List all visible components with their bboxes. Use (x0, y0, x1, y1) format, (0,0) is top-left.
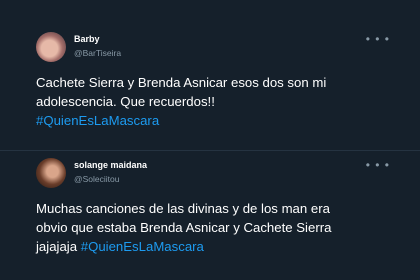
tweet-text-prefix: jajajaja (36, 239, 81, 254)
user-handle[interactable]: @BarTiseira (74, 48, 121, 58)
tweet-text-line: obvio que estaba Brenda Asnicar y Cachet… (36, 220, 332, 235)
more-dots-icon[interactable]: • • • (366, 32, 390, 46)
tweet-text: Cachete Sierra y Brenda Asnicar esos dos… (36, 73, 396, 130)
tweet-text-line: adolescencia. Que recuerdos!! (36, 94, 215, 109)
more-dots-icon[interactable]: • • • (366, 158, 390, 172)
avatar[interactable] (36, 32, 66, 62)
avatar[interactable] (36, 158, 66, 188)
tweet-text: Muchas canciones de las divinas y de los… (36, 199, 396, 256)
display-name[interactable]: Barby (74, 34, 100, 44)
tweet-text-line: Cachete Sierra y Brenda Asnicar esos dos… (36, 75, 327, 90)
tweet-text-line: Muchas canciones de las divinas y de los… (36, 201, 330, 216)
user-handle[interactable]: @Soleciitou (74, 174, 119, 184)
tweet-card[interactable]: Barby @BarTiseira • • • Cachete Sierra y… (0, 22, 420, 150)
hashtag-link[interactable]: #QuienEsLaMascara (36, 113, 159, 128)
display-name[interactable]: solange maidana (74, 160, 147, 170)
tweet-card[interactable]: solange maidana @Soleciitou • • • Muchas… (0, 150, 420, 280)
hashtag-link[interactable]: #QuienEsLaMascara (81, 239, 204, 254)
